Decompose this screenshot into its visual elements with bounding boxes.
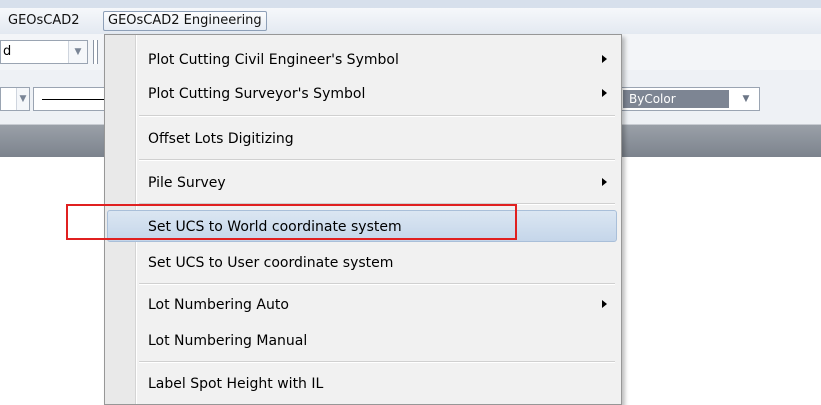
menu-item-pile-survey[interactable]: Pile Survey: [107, 167, 617, 199]
window-top-strip: [0, 0, 821, 8]
menu-item-label: Label Spot Height with IL: [148, 376, 324, 392]
menu-item-label: Plot Cutting Surveyor's Symbol: [148, 86, 366, 102]
layer-combo[interactable]: d ▼: [0, 40, 88, 64]
menu-item-label: Offset Lots Digitizing: [148, 131, 294, 147]
chevron-down-icon[interactable]: ▼: [733, 88, 759, 110]
menu-separator: [139, 159, 615, 161]
submenu-arrow-icon: [602, 300, 607, 308]
chevron-down-icon[interactable]: ▼: [16, 88, 29, 110]
menu-item-set-ucs-user[interactable]: Set UCS to User coordinate system: [107, 247, 617, 279]
menu-item-plot-cutting-surveyor[interactable]: Plot Cutting Surveyor's Symbol: [107, 78, 617, 110]
menu-separator: [139, 283, 615, 285]
menu-item-label: Lot Numbering Auto: [148, 297, 289, 313]
menu-item-lot-numbering-auto[interactable]: Lot Numbering Auto: [107, 289, 617, 321]
submenu-arrow-icon: [602, 178, 607, 186]
menu-item-plot-cutting-civil[interactable]: Plot Cutting Civil Engineer's Symbol: [107, 44, 617, 76]
menu-geoscad2-engineering[interactable]: GEOsCAD2 Engineering: [103, 11, 267, 31]
menu-item-label: Pile Survey: [148, 175, 226, 191]
color-combo-value: ByColor: [623, 90, 729, 108]
menu-item-label-spot-height[interactable]: Label Spot Height with IL: [107, 368, 617, 400]
submenu-arrow-icon: [602, 55, 607, 63]
menu-separator: [139, 115, 615, 117]
linetype-combo-left[interactable]: ▼: [0, 87, 30, 111]
menu-separator: [139, 361, 615, 363]
menu-item-offset-lots-digitizing[interactable]: Offset Lots Digitizing: [107, 123, 617, 155]
menu-geoscad2[interactable]: GEOsCAD2: [4, 11, 84, 31]
menu-bar: GEOsCAD2 GEOsCAD2 Engineering: [0, 8, 821, 35]
menu-item-label: Plot Cutting Civil Engineer's Symbol: [148, 52, 399, 68]
menu-item-label: Lot Numbering Manual: [148, 333, 308, 349]
menu-item-lot-numbering-manual[interactable]: Lot Numbering Manual: [107, 325, 617, 357]
menu-item-label: Set UCS to User coordinate system: [148, 255, 394, 271]
lineweight-combo[interactable]: [33, 87, 113, 111]
toolbar-separator: [93, 40, 98, 64]
color-combo[interactable]: ByColor ▼: [620, 87, 760, 111]
chevron-down-icon[interactable]: ▼: [68, 41, 87, 63]
submenu-arrow-icon: [602, 89, 607, 97]
annotation-highlight-box: [66, 204, 517, 240]
line-preview: [42, 99, 108, 100]
layer-combo-value: d: [3, 44, 12, 59]
